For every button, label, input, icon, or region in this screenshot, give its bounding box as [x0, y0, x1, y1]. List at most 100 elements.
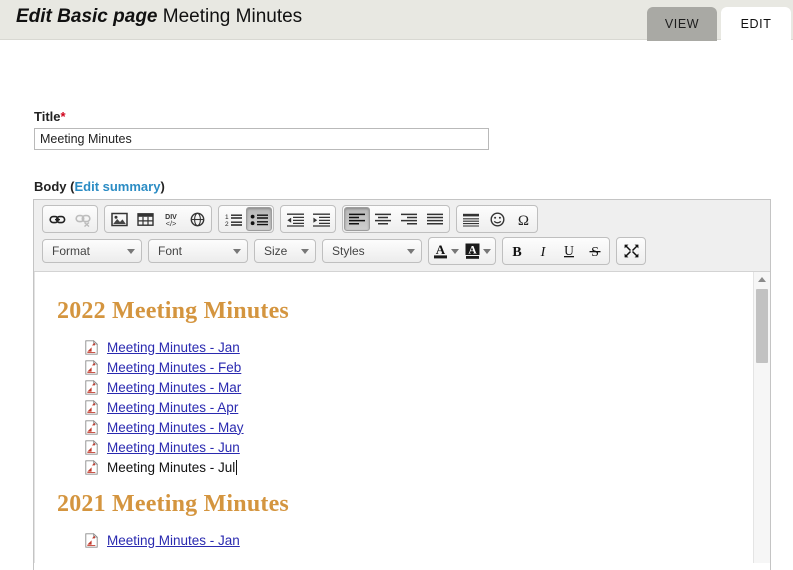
list-item[interactable]: Meeting Minutes - May	[85, 417, 735, 437]
list-item[interactable]: Meeting Minutes - Apr	[85, 397, 735, 417]
pdf-file-icon	[85, 459, 98, 475]
minutes-link[interactable]: Meeting Minutes - May	[107, 420, 244, 435]
svg-text:I: I	[540, 245, 547, 259]
bold-button[interactable]: B	[504, 239, 530, 263]
svg-text:B: B	[512, 245, 521, 259]
list-item[interactable]: Meeting Minutes - Jan	[85, 337, 735, 357]
scroll-up-arrow-icon[interactable]	[754, 272, 770, 287]
chevron-down-icon	[233, 248, 241, 254]
align-right-icon[interactable]	[396, 207, 422, 231]
title-label: Title*	[34, 109, 66, 124]
node-tabs: VIEW EDIT	[647, 7, 791, 41]
pdf-file-icon	[85, 379, 98, 395]
svg-text:</>: </>	[166, 219, 177, 227]
toolbar-group-align	[342, 205, 450, 233]
text-color-icon[interactable]: A	[430, 239, 462, 263]
minutes-link[interactable]: Meeting Minutes - Jan	[107, 533, 240, 548]
align-left-icon[interactable]	[344, 207, 370, 231]
format-dropdown[interactable]: Format	[42, 239, 142, 263]
required-marker: *	[60, 109, 66, 124]
toolbar-group-misc: Ω	[456, 205, 538, 233]
ckeditor-content[interactable]: 2022 Meeting Minutes Meeting Minutes - Ja…	[35, 272, 749, 563]
size-dropdown[interactable]: Size	[254, 239, 316, 263]
pdf-file-icon	[85, 419, 98, 435]
scrollbar-thumb[interactable]	[756, 289, 768, 363]
list-item[interactable]: Meeting Minutes - Jul	[85, 457, 735, 477]
font-dropdown[interactable]: Font	[148, 239, 248, 263]
list-item[interactable]: Meeting Minutes - Mar	[85, 377, 735, 397]
minutes-list: Meeting Minutes - Jan	[85, 530, 735, 550]
minutes-link[interactable]: Meeting Minutes - Jan	[107, 340, 240, 355]
minutes-link[interactable]: Meeting Minutes - Mar	[107, 380, 241, 395]
page-header: Edit Basic page Meeting Minutes VIEW EDI…	[0, 0, 793, 41]
blockquote-icon[interactable]	[458, 207, 484, 231]
smiley-icon[interactable]	[484, 207, 510, 231]
list-item[interactable]: Meeting Minutes - Feb	[85, 357, 735, 377]
styles-dropdown[interactable]: Styles	[322, 239, 422, 263]
size-dropdown-label: Size	[264, 244, 288, 258]
outdent-icon[interactable]	[282, 207, 308, 231]
maximize-icon[interactable]	[618, 239, 644, 263]
pdf-file-icon	[85, 359, 98, 375]
link-icon[interactable]	[44, 207, 70, 231]
div-container-icon[interactable]: DIV </>	[158, 207, 184, 231]
title-label-text: Title	[34, 109, 61, 124]
special-character-icon[interactable]: Ω	[510, 207, 536, 231]
toolbar-group-colors: A A	[428, 237, 496, 265]
numbered-list-icon[interactable]: 1 2	[220, 207, 246, 231]
section-heading: 2021 Meeting Minutes	[57, 491, 289, 517]
minutes-link[interactable]: Meeting Minutes - Jun	[107, 440, 240, 455]
svg-text:2: 2	[225, 221, 229, 227]
body-label-text: Body	[34, 179, 67, 194]
toolbar-group-insert: DIV </>	[104, 205, 212, 233]
underline-button[interactable]: U	[556, 239, 582, 263]
toolbar-row-1: DIV </> 1 2 Ω	[42, 205, 766, 233]
list-item[interactable]: Meeting Minutes - Jan	[85, 530, 735, 550]
edit-summary-link[interactable]: Edit summary	[74, 179, 160, 194]
toolbar-row-2: Format Font Size Styles A A B I U	[42, 237, 766, 265]
ckeditor-scrollbar[interactable]	[753, 272, 770, 563]
svg-text:A: A	[436, 242, 446, 257]
toolbar-group-maximize	[616, 237, 646, 265]
tab-edit[interactable]: EDIT	[721, 7, 791, 41]
minutes-text: Meeting Minutes - Jul	[107, 459, 236, 475]
ckeditor-toolbar: DIV </> 1 2 Ω Format Font Size Styles A …	[34, 200, 770, 272]
ckeditor-body[interactable]: 2022 Meeting Minutes Meeting Minutes - Ja…	[34, 272, 770, 563]
pdf-file-icon	[85, 439, 98, 455]
toolbar-group-basicstyles: B I U	[502, 237, 610, 265]
page-title-prefix: Edit Basic page	[16, 6, 158, 27]
toolbar-group-lists: 1 2	[218, 205, 274, 233]
styles-dropdown-label: Styles	[332, 244, 365, 258]
page-title-node: Meeting Minutes	[162, 6, 303, 27]
tab-view[interactable]: VIEW	[647, 7, 717, 41]
text-cursor	[236, 459, 238, 475]
pdf-file-icon	[85, 532, 98, 548]
title-input[interactable]	[34, 128, 489, 150]
indent-icon[interactable]	[308, 207, 334, 231]
chevron-down-icon	[451, 248, 459, 254]
body-summary-paren-close: )	[160, 179, 165, 194]
media-globe-icon[interactable]	[184, 207, 210, 231]
format-dropdown-label: Format	[52, 244, 91, 258]
background-color-icon[interactable]: A	[462, 239, 494, 263]
svg-text:Ω: Ω	[517, 213, 528, 227]
image-icon[interactable]	[106, 207, 132, 231]
list-item[interactable]: Meeting Minutes - Jun	[85, 437, 735, 457]
minutes-list: Meeting Minutes - Jan Meeting Minutes - F…	[85, 337, 735, 477]
page-title: Edit Basic page Meeting Minutes	[16, 6, 302, 28]
chevron-down-icon	[127, 248, 135, 254]
body-label: Body (Edit summary)	[34, 179, 165, 194]
minutes-link[interactable]: Meeting Minutes - Feb	[107, 360, 241, 375]
chevron-down-icon	[301, 248, 309, 254]
bulleted-list-icon[interactable]	[246, 207, 272, 231]
svg-text:A: A	[468, 244, 477, 256]
italic-button[interactable]: I	[530, 239, 556, 263]
section-heading: 2022 Meeting Minutes	[57, 298, 289, 324]
align-justify-icon[interactable]	[422, 207, 448, 231]
minutes-link[interactable]: Meeting Minutes - Apr	[107, 400, 238, 415]
table-icon[interactable]	[132, 207, 158, 231]
chevron-down-icon	[407, 248, 415, 254]
align-center-icon[interactable]	[370, 207, 396, 231]
strikethrough-button[interactable]: S	[582, 239, 608, 263]
toolbar-group-links	[42, 205, 98, 233]
